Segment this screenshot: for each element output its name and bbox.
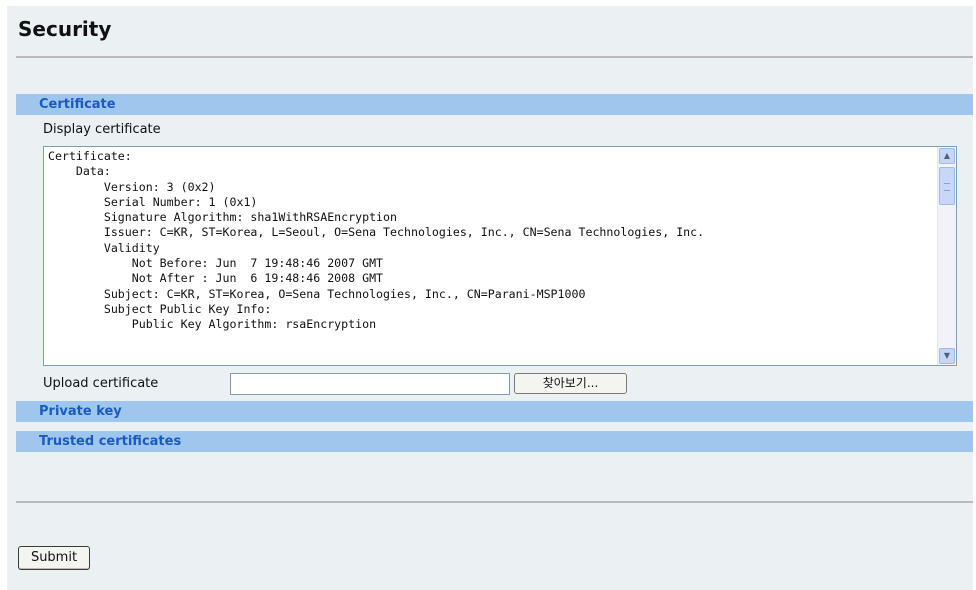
security-page: Security Certificate Display certificate… xyxy=(7,6,973,590)
chevron-up-icon[interactable]: ▲ xyxy=(939,148,955,164)
private-key-section-header[interactable]: Private key xyxy=(16,401,973,422)
chevron-down-icon[interactable]: ▼ xyxy=(939,348,955,364)
upload-certificate-label: Upload certificate xyxy=(43,376,159,391)
scrollbar-thumb[interactable] xyxy=(939,167,955,205)
form-divider xyxy=(16,501,973,503)
certificate-textarea[interactable]: Certificate: Data: Version: 3 (0x2) Seri… xyxy=(43,146,957,366)
trusted-certificates-section-header[interactable]: Trusted certificates xyxy=(16,431,973,452)
submit-button[interactable]: Submit xyxy=(18,546,90,570)
page-title: Security xyxy=(18,17,112,41)
browse-button[interactable]: 찾아보기... xyxy=(514,373,627,394)
certificate-scrollbar[interactable]: ▲ ▼ xyxy=(937,147,956,365)
display-certificate-label: Display certificate xyxy=(43,122,161,137)
certificate-text: Certificate: Data: Version: 3 (0x2) Seri… xyxy=(48,149,705,332)
upload-certificate-input[interactable] xyxy=(230,373,510,395)
certificate-section-header[interactable]: Certificate xyxy=(16,94,973,115)
title-divider xyxy=(16,56,973,58)
